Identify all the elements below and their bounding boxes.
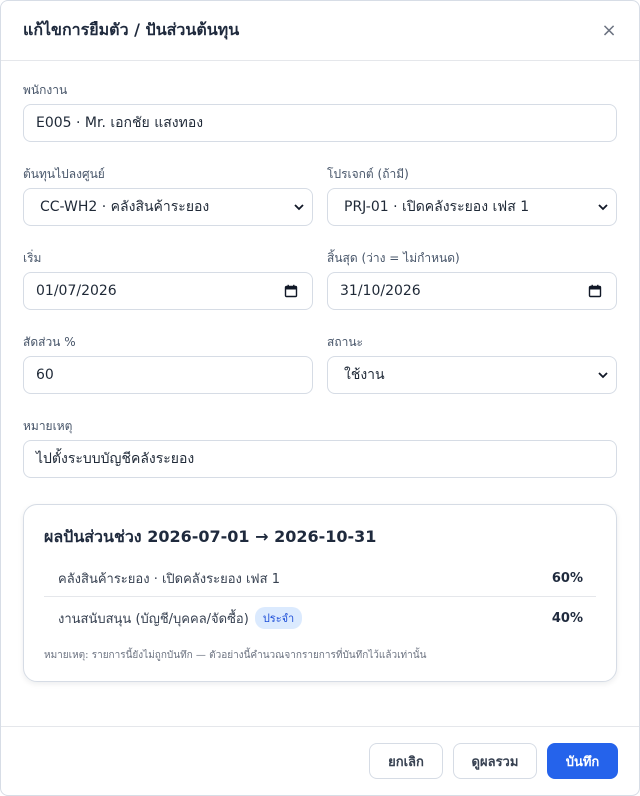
employee-field-group: พนักงาน E005 · Mr. เอกชัย แสงทอง <box>23 83 617 142</box>
allocation-row: คลังสินค้าระยอง · เปิดคลังระยอง เฟส 1 60… <box>44 560 596 596</box>
date-row: เริ่ม 01/07/2026 สิ้นสุด (ว่าง = ไม่กำหน… <box>23 251 617 310</box>
allocation-row: งานสนับสนุน (บัญชี/บุคคล/จัดซื้อ) ประจำ … <box>44 596 596 639</box>
employee-label: พนักงาน <box>23 83 68 97</box>
start-date-label: เริ่ม <box>23 251 42 265</box>
cost-center-select[interactable]: CC-WH2 · คลังสินค้าระยอง <box>23 188 313 226</box>
dialog-title: แก้ไขการยืมตัว / ปันส่วนต้นทุน <box>23 20 240 39</box>
end-date-field-group: สิ้นสุด (ว่าง = ไม่กำหนด) 31/10/2026 <box>327 251 617 310</box>
ratio-value: 60 <box>36 367 54 383</box>
ratio-label: สัดส่วน % <box>23 335 76 349</box>
project-field-group: โปรเจกต์ (ถ้ามี) PRJ-01 · เปิดคลังระยอง … <box>327 167 617 226</box>
chevron-down-icon <box>293 201 305 213</box>
cost-center-project-row: ต้นทุนไปลงศูนย์ CC-WH2 · คลังสินค้าระยอง… <box>23 167 617 226</box>
dialog-header: แก้ไขการยืมตัว / ปันส่วนต้นทุน × <box>1 1 639 61</box>
edit-allocation-dialog: แก้ไขการยืมตัว / ปันส่วนต้นทุน × พนักงาน… <box>0 0 640 796</box>
cost-center-value: CC-WH2 · คลังสินค้าระยอง <box>40 199 210 215</box>
remark-input[interactable]: ไปตั้งระบบบัญชีคลังระยอง <box>23 440 617 478</box>
ratio-input[interactable]: 60 <box>23 356 313 394</box>
dialog-body: พนักงาน E005 · Mr. เอกชัย แสงทอง ต้นทุนไ… <box>1 61 639 682</box>
allocation-name-group: งานสนับสนุน (บัญชี/บุคคล/จัดซื้อ) ประจำ <box>58 607 303 629</box>
allocation-name: คลังสินค้าระยอง · เปิดคลังระยอง เฟส 1 <box>58 571 280 587</box>
end-date-input[interactable]: 31/10/2026 <box>327 272 617 310</box>
ratio-status-row: สัดส่วน % 60 สถานะ ใช้งาน <box>23 335 617 394</box>
employee-input[interactable]: E005 · Mr. เอกชัย แสงทอง <box>23 104 617 142</box>
allocation-percent: 60% <box>551 570 583 586</box>
start-date-field-group: เริ่ม 01/07/2026 <box>23 251 313 310</box>
remark-label: หมายเหตุ <box>23 419 73 433</box>
cost-center-field-group: ต้นทุนไปลงศูนย์ CC-WH2 · คลังสินค้าระยอง <box>23 167 313 226</box>
end-date-value: 31/10/2026 <box>340 283 421 299</box>
ratio-field-group: สัดส่วน % 60 <box>23 335 313 394</box>
dialog-footer: ยกเลิก ดูผลรวม บันทึก <box>1 726 639 795</box>
end-date-label: สิ้นสุด (ว่าง = ไม่กำหนด) <box>327 251 460 265</box>
chevron-down-icon <box>597 369 609 381</box>
calendar-icon[interactable] <box>588 284 602 298</box>
allocation-name: งานสนับสนุน (บัญชี/บุคคล/จัดซื้อ) <box>58 611 249 627</box>
allocation-summary-card: ผลปันส่วนช่วง 2026-07-01 → 2026-10-31 คล… <box>23 504 617 682</box>
employee-value: E005 · Mr. เอกชัย แสงทอง <box>36 115 204 131</box>
close-button[interactable]: × <box>599 20 619 41</box>
calendar-icon[interactable] <box>284 284 298 298</box>
chevron-down-icon <box>597 201 609 213</box>
project-label: โปรเจกต์ (ถ้ามี) <box>327 167 409 181</box>
status-badge: ประจำ <box>254 607 303 629</box>
project-value: PRJ-01 · เปิดคลังระยอง เฟส 1 <box>344 199 530 215</box>
summary-title: ผลปันส่วนช่วง 2026-07-01 → 2026-10-31 <box>44 527 377 546</box>
status-select[interactable]: ใช้งาน <box>327 356 617 394</box>
save-button[interactable]: บันทึก <box>547 743 618 779</box>
start-date-input[interactable]: 01/07/2026 <box>23 272 313 310</box>
status-value: ใช้งาน <box>344 367 385 383</box>
view-total-button[interactable]: ดูผลรวม <box>453 743 537 779</box>
remark-field-group: หมายเหตุ ไปตั้งระบบบัญชีคลังระยอง <box>23 419 617 478</box>
status-label: สถานะ <box>327 335 363 349</box>
status-field-group: สถานะ ใช้งาน <box>327 335 617 394</box>
summary-note: หมายเหตุ: รายการนี้ยังไม่ถูกบันทึก — ตัว… <box>44 650 427 661</box>
cost-center-label: ต้นทุนไปลงศูนย์ <box>23 167 105 181</box>
remark-value: ไปตั้งระบบบัญชีคลังระยอง <box>36 451 195 467</box>
start-date-value: 01/07/2026 <box>36 283 117 299</box>
allocation-percent: 40% <box>551 610 583 626</box>
cancel-button[interactable]: ยกเลิก <box>369 743 443 779</box>
project-select[interactable]: PRJ-01 · เปิดคลังระยอง เฟส 1 <box>327 188 617 226</box>
close-icon: × <box>601 20 617 41</box>
